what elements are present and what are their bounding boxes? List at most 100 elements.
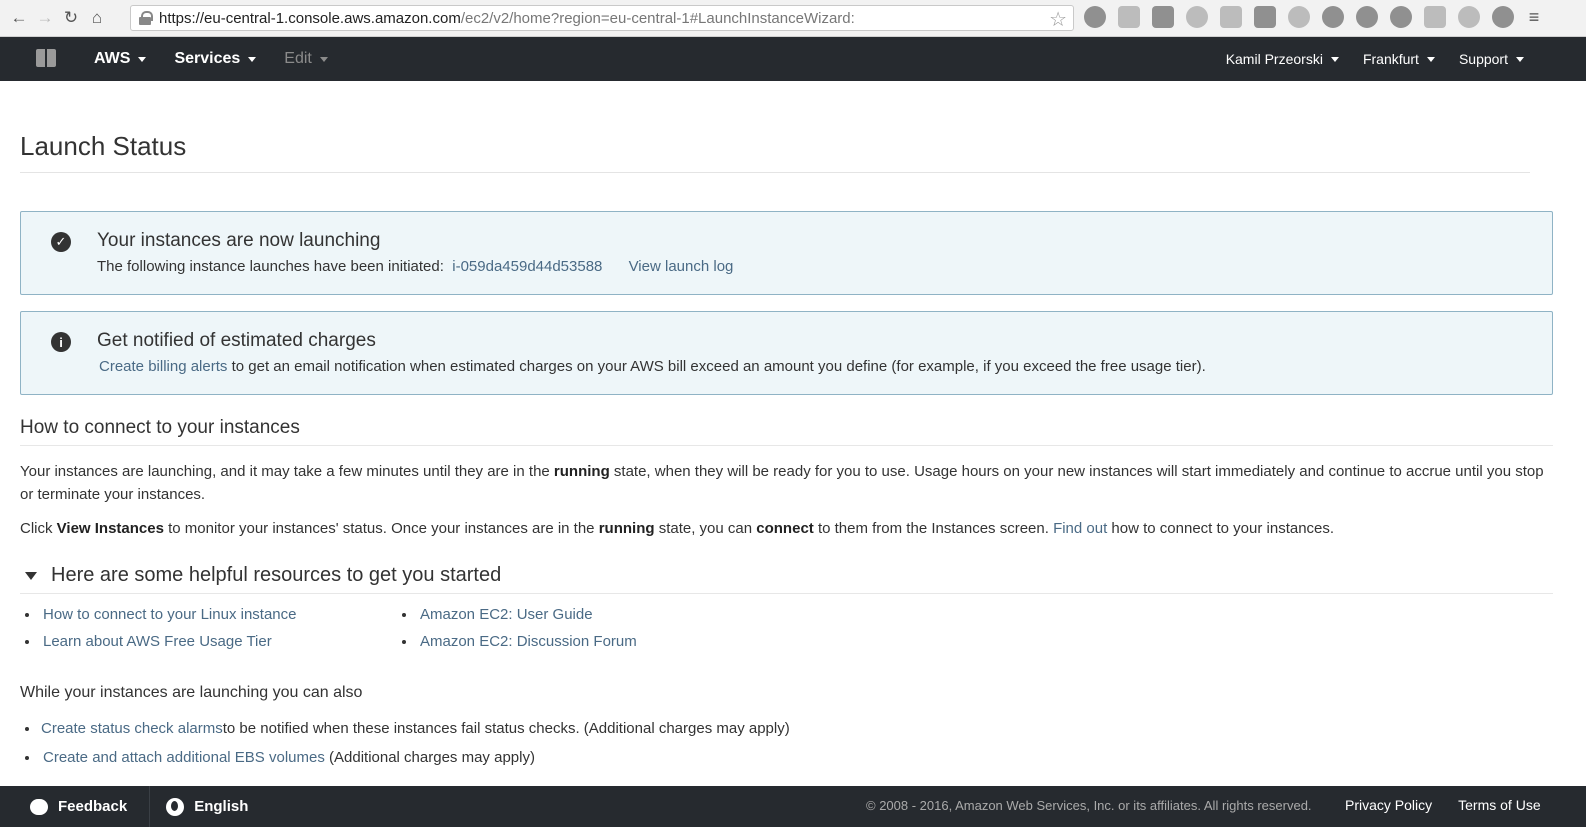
- new-extension-icon[interactable]: [1220, 6, 1242, 28]
- terms-of-use-link[interactable]: Terms of Use: [1458, 797, 1540, 813]
- aws-menu-label: AWS: [94, 50, 131, 67]
- user-guide-link[interactable]: Amazon EC2: User Guide: [420, 606, 593, 623]
- text-fragment: Click: [20, 520, 57, 537]
- text-fragment: Your instances are launching, and it may…: [20, 463, 554, 480]
- resources-title: Here are some helpful resources to get y…: [51, 564, 502, 586]
- text-fragment: to monitor your instances' status. Once …: [163, 520, 599, 537]
- services-menu-label: Services: [174, 50, 241, 67]
- bullet-icon: [25, 639, 29, 644]
- copyright-text: © 2008 - 2016, Amazon Web Services, Inc.…: [866, 798, 1312, 813]
- footer-divider: [149, 786, 151, 827]
- list-item: Amazon EC2: Discussion Forum: [397, 633, 797, 650]
- status-check-alarms-link[interactable]: Create status check alarms: [41, 720, 223, 737]
- list-item: Create status check alarms to be notifie…: [20, 720, 1553, 737]
- language-label: English: [194, 798, 249, 815]
- charges-alert-text: Create billing alerts to get an email no…: [99, 358, 1206, 375]
- resources-expander[interactable]: Here are some helpful resources to get y…: [20, 564, 1553, 594]
- edit-menu[interactable]: Edit: [284, 50, 328, 68]
- chevron-down-icon: [1426, 56, 1435, 62]
- language-selector[interactable]: English: [166, 797, 249, 816]
- chevron-down-icon: [248, 56, 257, 62]
- chevron-down-icon: [138, 56, 147, 62]
- connect-paragraph-1: Your instances are launching, and it may…: [20, 460, 1553, 506]
- bug-extension-icon[interactable]: [1186, 6, 1208, 28]
- speech-bubble-icon: [30, 798, 48, 815]
- text-fragment: to them from the Instances screen.: [813, 520, 1054, 537]
- url-path: /ec2/v2/home?region=eu-central-1#LaunchI…: [460, 9, 855, 27]
- list-item: How to connect to your Linux instance: [20, 606, 397, 623]
- ebs-volumes-link[interactable]: Create and attach additional EBS volumes: [43, 749, 325, 766]
- settings-gear-icon[interactable]: [1084, 6, 1106, 28]
- url-host: https://eu-central-1.console.aws.amazon.…: [159, 9, 461, 27]
- bullet-icon: [402, 639, 406, 644]
- main-content: Launch Status ✓ Your instances are now l…: [20, 81, 1553, 766]
- charges-alert-body: to get an email notification when estima…: [231, 358, 1206, 375]
- home-icon[interactable]: ⌂: [84, 3, 110, 33]
- chevron-down-icon: [1516, 56, 1524, 62]
- services-menu[interactable]: Services: [174, 50, 257, 68]
- resources-list: How to connect to your Linux instance Am…: [20, 606, 1553, 650]
- cloud-extension-icon[interactable]: [1458, 6, 1480, 28]
- pocket-icon[interactable]: [1254, 6, 1276, 28]
- bookmark-star-icon[interactable]: ☆: [1049, 7, 1067, 32]
- discussion-forum-link[interactable]: Amazon EC2: Discussion Forum: [420, 633, 637, 650]
- feedback-button[interactable]: Feedback: [30, 798, 127, 815]
- forward-arrow-icon[interactable]: →: [32, 3, 58, 33]
- support-menu[interactable]: Support: [1459, 51, 1524, 67]
- aws-menu[interactable]: AWS: [94, 50, 147, 68]
- instance-id-link[interactable]: i-059da459d44d53588: [452, 258, 602, 275]
- ruler-extension-icon[interactable]: [1118, 6, 1140, 28]
- text-fragment: (Additional charges may apply): [329, 749, 535, 766]
- page-title: Launch Status: [20, 131, 1530, 173]
- back-arrow-icon[interactable]: ←: [6, 3, 32, 33]
- bullet-icon: [25, 726, 29, 731]
- blocker-extension-icon[interactable]: [1492, 6, 1514, 28]
- ship-extension-icon[interactable]: [1322, 6, 1344, 28]
- launch-alert-prefix: The following instance launches have bee…: [97, 258, 444, 275]
- extension-icons: ≡: [1084, 6, 1542, 28]
- console-footer: Feedback English © 2008 - 2016, Amazon W…: [0, 786, 1586, 827]
- view-instances-emphasis: View Instances: [56, 520, 164, 537]
- bullet-icon: [25, 612, 29, 617]
- privacy-policy-link[interactable]: Privacy Policy: [1345, 797, 1432, 813]
- launch-alert-title: Your instances are now launching: [97, 230, 381, 251]
- text-fragment: to be notified when these instances fail…: [222, 720, 790, 737]
- aws-cube-logo-icon[interactable]: [30, 47, 66, 71]
- free-tier-link[interactable]: Learn about AWS Free Usage Tier: [43, 633, 272, 650]
- view-launch-log-link[interactable]: View launch log: [629, 258, 734, 275]
- feedback-label: Feedback: [58, 798, 128, 815]
- charges-alert-title: Get notified of estimated charges: [97, 330, 376, 351]
- also-title: While your instances are launching you c…: [20, 684, 363, 701]
- browser-toolbar: ← → ↻ ⌂ https://eu-central-1.console.aws…: [0, 0, 1586, 37]
- chevron-down-icon: [319, 56, 328, 62]
- bullet-icon: [402, 612, 406, 617]
- list-item: Amazon EC2: User Guide: [397, 606, 797, 623]
- reload-icon[interactable]: ↻: [58, 3, 84, 33]
- create-billing-alerts-link[interactable]: Create billing alerts: [99, 358, 227, 375]
- region-menu[interactable]: Frankfurt: [1363, 51, 1435, 67]
- launch-alert-text: The following instance launches have bee…: [97, 258, 733, 275]
- film-extension-icon[interactable]: [1152, 6, 1174, 28]
- charges-info-alert: i Get notified of estimated charges Crea…: [20, 311, 1553, 395]
- lock-icon: [139, 11, 153, 25]
- connect-section-title: How to connect to your instances: [20, 417, 1553, 446]
- linux-connect-link[interactable]: How to connect to your Linux instance: [43, 606, 296, 623]
- connect-emphasis: connect: [756, 520, 814, 537]
- flame-extension-icon[interactable]: [1356, 6, 1378, 28]
- check-circle-icon: ✓: [51, 232, 71, 252]
- grid-extension-icon[interactable]: [1424, 6, 1446, 28]
- chrome-extension-icon[interactable]: [1288, 6, 1310, 28]
- launch-success-alert: ✓ Your instances are now launching The f…: [20, 211, 1553, 295]
- edit-menu-label: Edit: [284, 50, 312, 67]
- user-menu[interactable]: Kamil Przeorski: [1226, 51, 1339, 67]
- running-emphasis: running: [598, 520, 655, 537]
- list-item: Learn about AWS Free Usage Tier: [20, 633, 397, 650]
- address-bar[interactable]: https://eu-central-1.console.aws.amazon.…: [130, 5, 1074, 31]
- aws-top-nav: AWS Services Edit Kamil Przeorski Frankf…: [0, 37, 1586, 81]
- find-out-link[interactable]: Find out: [1053, 520, 1107, 537]
- text-fragment: how to connect to your instances.: [1107, 520, 1335, 537]
- caret-down-icon: [25, 571, 37, 580]
- menu-icon[interactable]: ≡: [1526, 6, 1542, 28]
- also-list: Create status check alarms to be notifie…: [20, 720, 1553, 766]
- gem-extension-icon[interactable]: [1390, 6, 1412, 28]
